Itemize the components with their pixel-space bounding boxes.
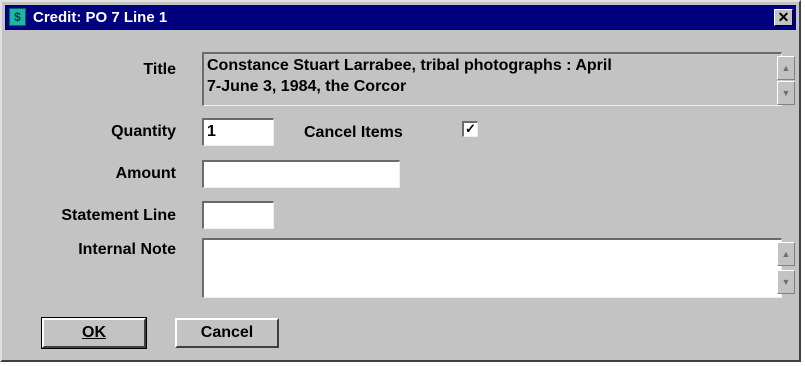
ok-button-label: OK <box>82 324 106 341</box>
window-title: Credit: PO 7 Line 1 <box>33 9 168 26</box>
title-field[interactable]: Constance Stuart Larrabee, tribal photog… <box>202 52 782 106</box>
close-button[interactable]: ✕ <box>774 9 793 26</box>
statement-line-label: Statement Line <box>61 207 176 224</box>
note-scroll-up[interactable]: ▲ <box>777 242 795 266</box>
title-bar[interactable]: $ Credit: PO 7 Line 1 ✕ <box>5 5 796 30</box>
ok-button[interactable]: OK <box>41 317 147 349</box>
quantity-field[interactable]: 1 <box>202 118 274 146</box>
statement-line-field[interactable] <box>202 201 274 229</box>
internal-note-label: Internal Note <box>78 241 176 258</box>
amount-label: Amount <box>115 165 176 182</box>
title-text-line-2: 7-June 3, 1984, the Corcor <box>207 78 407 95</box>
cancel-button[interactable]: Cancel <box>175 318 279 348</box>
title-scroll-up[interactable]: ▲ <box>777 56 795 80</box>
credit-dialog: $ Credit: PO 7 Line 1 ✕ Title Constance … <box>0 0 801 362</box>
title-text-line-1: Constance Stuart Larrabee, tribal photog… <box>207 57 612 74</box>
cancel-items-checkbox[interactable]: ✓ <box>462 121 478 137</box>
dollar-icon: $ <box>9 8 26 26</box>
amount-field[interactable] <box>202 160 400 188</box>
title-label: Title <box>143 61 176 78</box>
quantity-label: Quantity <box>111 123 176 140</box>
cancel-button-label: Cancel <box>200 324 254 341</box>
note-scroll-down[interactable]: ▼ <box>777 270 795 294</box>
title-scroll-down[interactable]: ▼ <box>777 81 795 105</box>
internal-note-field[interactable] <box>202 238 782 298</box>
cancel-items-label: Cancel Items <box>304 124 403 141</box>
